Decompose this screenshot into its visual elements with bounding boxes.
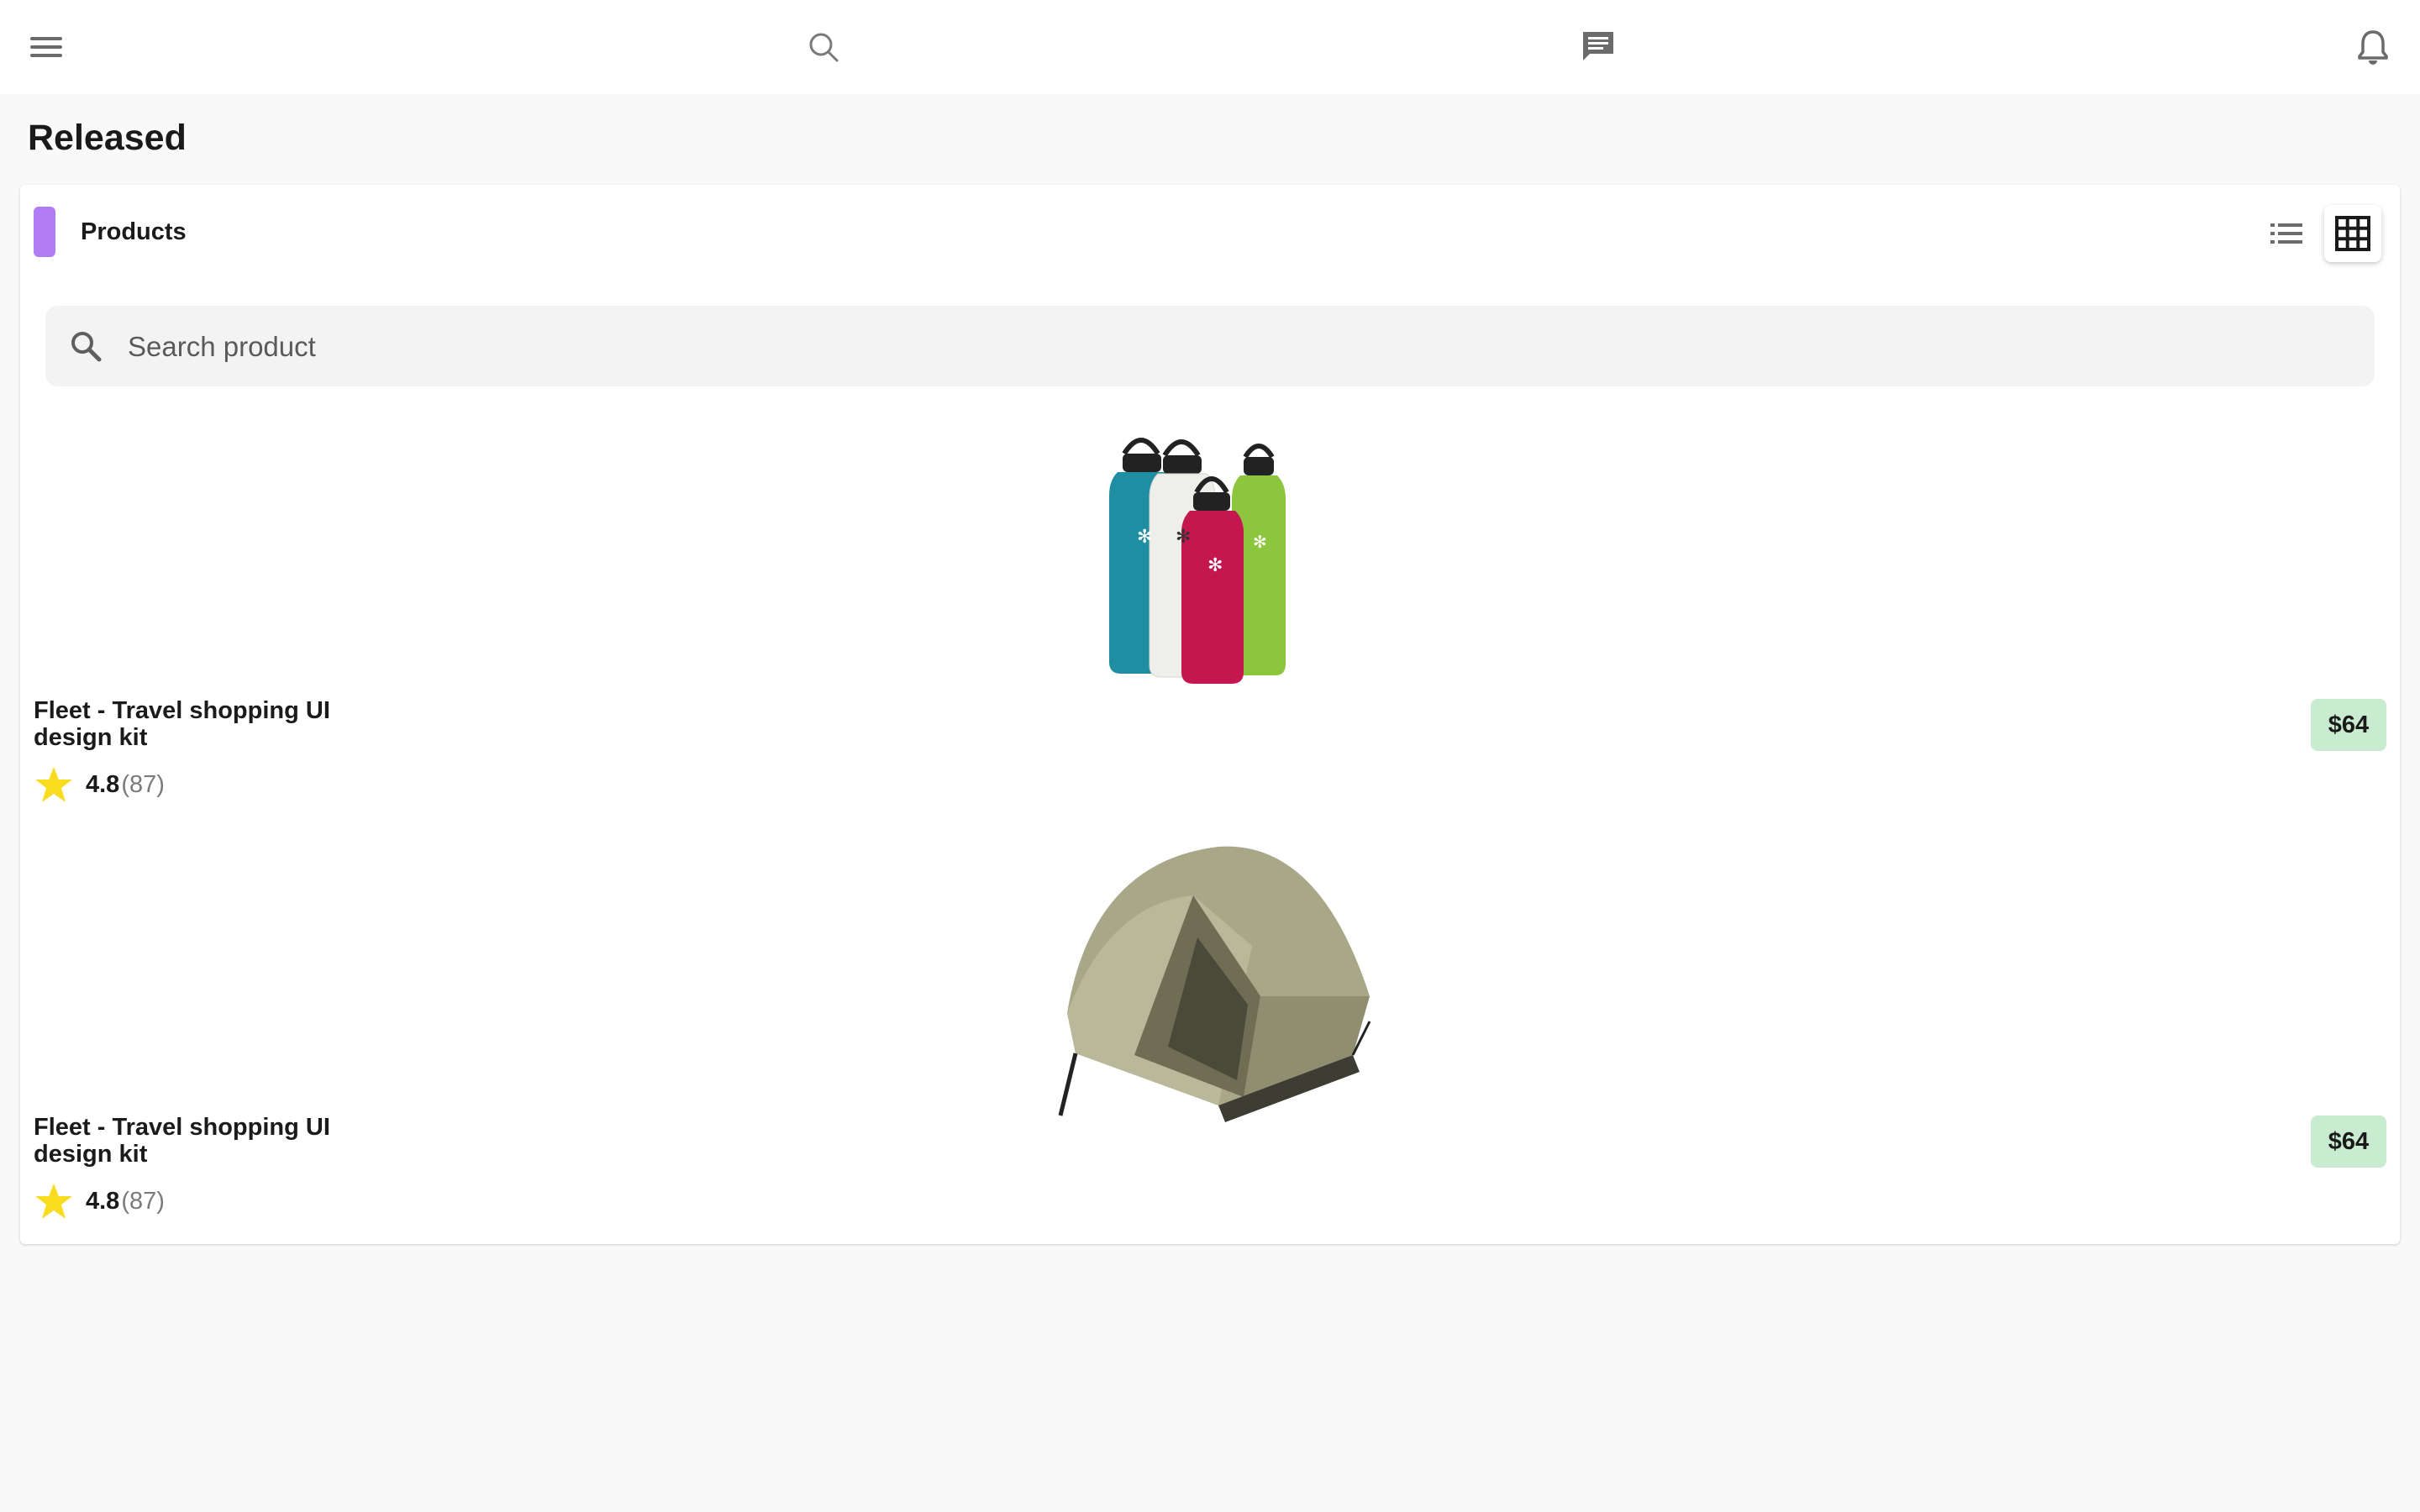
product-rating: 4.8 (87) bbox=[34, 1181, 165, 1221]
product-name[interactable]: Fleet - Travel shopping UI design kit bbox=[34, 697, 387, 751]
price-badge: $64 bbox=[2311, 699, 2386, 751]
list-view-button[interactable] bbox=[2259, 205, 2316, 262]
price-badge: $64 bbox=[2311, 1116, 2386, 1168]
chat-icon[interactable] bbox=[1573, 22, 1623, 72]
bell-icon[interactable] bbox=[2348, 22, 2398, 72]
top-app-bar bbox=[0, 0, 2420, 94]
menu-icon[interactable] bbox=[22, 22, 72, 72]
product-card[interactable]: ✻ ✻ ✻ ✻ Fleet - Travel shopping UI desig… bbox=[20, 428, 2400, 832]
list-view-icon bbox=[2270, 223, 2302, 244]
grid-view-button[interactable] bbox=[2324, 205, 2381, 262]
product-card[interactable]: Fleet - Travel shopping UI design kit $6… bbox=[20, 845, 2400, 1248]
rating-count: (87) bbox=[121, 770, 165, 798]
svg-text:✻: ✻ bbox=[1137, 527, 1152, 548]
star-icon bbox=[35, 767, 72, 802]
product-image-tent[interactable] bbox=[1042, 845, 1395, 1122]
card-header: Products bbox=[20, 185, 2400, 277]
product-image-water-bottles[interactable]: ✻ ✻ ✻ ✻ bbox=[1042, 428, 1395, 689]
card-title: Products bbox=[81, 218, 187, 245]
rating-score: 4.8 bbox=[86, 1187, 120, 1215]
svg-text:✻: ✻ bbox=[1176, 527, 1191, 548]
product-rating: 4.8 (87) bbox=[34, 764, 165, 805]
star-icon bbox=[35, 1184, 72, 1219]
svg-text:✻: ✻ bbox=[1207, 555, 1223, 576]
grid-view-icon bbox=[2335, 216, 2370, 251]
rating-count: (87) bbox=[121, 1187, 165, 1215]
rating-score: 4.8 bbox=[86, 770, 120, 798]
page-title: Released bbox=[28, 118, 187, 158]
search-icon bbox=[71, 332, 102, 362]
products-card: Products Search product ✻ ✻ ✻ ✻ Fleet - … bbox=[20, 185, 2400, 1244]
search-input[interactable] bbox=[126, 321, 2314, 373]
search-icon[interactable] bbox=[798, 22, 849, 72]
product-name[interactable]: Fleet - Travel shopping UI design kit bbox=[34, 1114, 387, 1168]
accent-bar bbox=[34, 207, 55, 257]
svg-text:✻: ✻ bbox=[1253, 532, 1267, 552]
search-bar bbox=[45, 306, 2375, 386]
